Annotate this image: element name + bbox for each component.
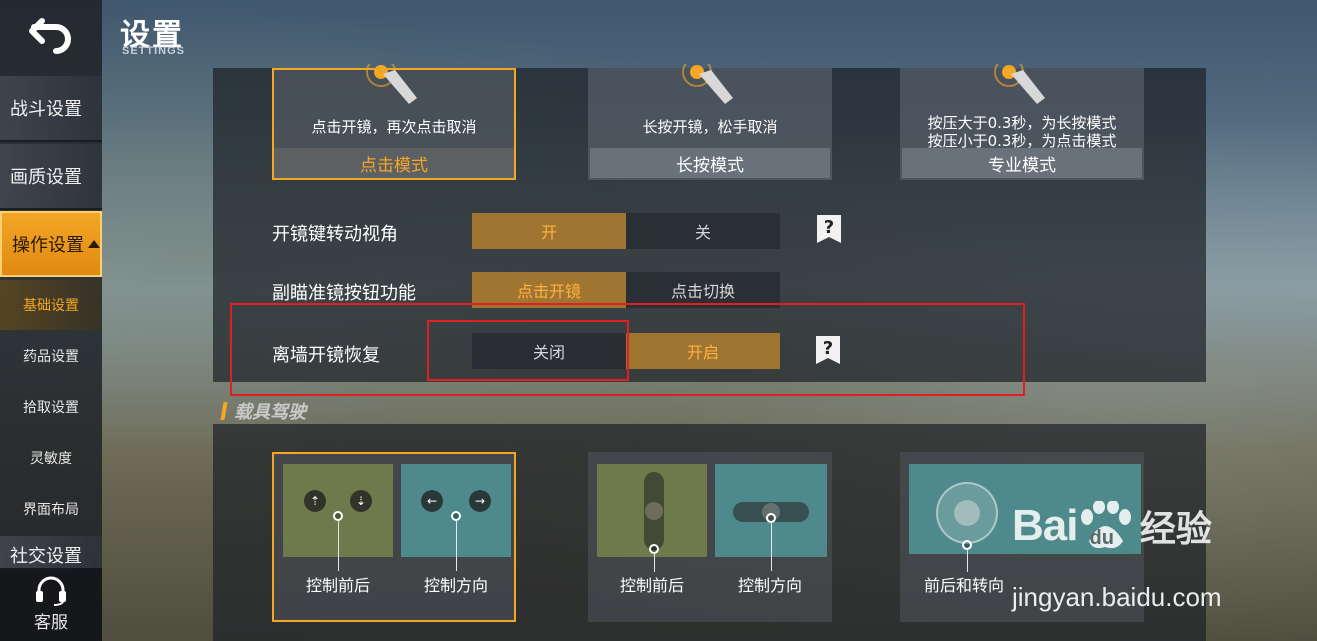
control-label: 控制前后 [619, 576, 684, 595]
left-arrow-icon: ← [421, 490, 443, 512]
section-marker [220, 402, 228, 420]
scope-mode-label: 专业模式 [902, 148, 1142, 178]
sidebar-subitem-medicine[interactable]: 药品设置 [0, 331, 102, 381]
help-button[interactable]: ? [816, 214, 842, 244]
control-label: 控制前后 [305, 576, 370, 595]
sidebar-item-controls[interactable]: 操作设置 [0, 211, 102, 277]
right-arrow-icon: → [469, 490, 491, 512]
back-arrow-icon [29, 18, 71, 54]
control-label: 前后和转向 [923, 576, 1004, 595]
sidebar: 战斗设置 画质设置 操作设置 基础设置 药品设置 拾取设置 灵敏度 界面布局 社… [0, 0, 102, 641]
annotation-inner-box [427, 320, 629, 381]
customer-service-label: 客服 [34, 613, 68, 633]
scope-mode-hold-card[interactable]: 长按开镜，松手取消 长按模式 [588, 64, 832, 180]
vehicle-mode-joystick-card[interactable]: 控制前后 控制方向 [588, 452, 832, 622]
sidebar-subitem-sensitivity[interactable]: 灵敏度 [0, 433, 102, 483]
sidebar-item-label: 战斗设置 [10, 99, 82, 120]
pointer-dot [649, 544, 659, 554]
pointer-dot [766, 513, 776, 523]
joystick-knob [954, 500, 980, 526]
customer-service-button[interactable]: 客服 [0, 568, 102, 641]
scope-mode-tap-card[interactable]: 点击开镜，再次点击取消 点击模式 [272, 64, 516, 180]
up-arrow-icon: ⇡ [304, 490, 326, 512]
baidu-jingyan-watermark: Bai du 经验 [1012, 501, 1212, 550]
caret-up-icon [88, 240, 100, 248]
sidebar-item-combat[interactable]: 战斗设置 [0, 76, 102, 142]
sidebar-item-label: 画质设置 [10, 167, 82, 188]
thumb-forward-back [597, 464, 707, 572]
scope-rotate-view-label: 开镜键转动视角 [272, 224, 398, 245]
scope-mode-pro-card[interactable]: 按压大于0.3秒，为长按模式 按压小于0.3秒，为点击模式 专业模式 [900, 64, 1144, 180]
pointer-line [771, 523, 772, 571]
sidebar-subitem-pickup[interactable]: 拾取设置 [0, 382, 102, 432]
control-label: 控制方向 [737, 576, 802, 595]
sidebar-item-label: 社交设置 [10, 546, 82, 567]
scope-mode-label: 点击模式 [274, 148, 514, 178]
pointer-line [456, 521, 457, 571]
scope-rotate-view-toggle: 开 关 [472, 213, 780, 249]
pointer-line [338, 521, 339, 571]
slider-knob [645, 502, 663, 520]
sidebar-item-label: 操作设置 [12, 235, 84, 256]
sidebar-subitem-label: 界面布局 [23, 502, 79, 518]
sidebar-subitem-layout[interactable]: 界面布局 [0, 484, 102, 534]
pointer-line [967, 550, 968, 572]
control-label: 控制方向 [423, 576, 488, 595]
question-icon: ? [817, 215, 841, 243]
down-arrow-icon: ⇣ [350, 490, 372, 512]
section-title-text: 载具驾驶 [234, 402, 306, 423]
scope-mode-desc: 点击开镜，再次点击取消 [311, 118, 477, 136]
finger-hold-icon [682, 64, 733, 104]
vehicle-mode-buttons-card[interactable]: ⇡ ⇣ ← → 控制前后 控制方向 [272, 452, 516, 622]
pointer-dot [333, 511, 343, 521]
page-subtitle: SETTINGS [122, 45, 186, 57]
scope-mode-desc: 按压大于0.3秒，为长按模式 按压小于0.3秒，为点击模式 [927, 114, 1117, 150]
sidebar-subitem-label: 药品设置 [23, 349, 79, 365]
pointer-dot [962, 540, 972, 550]
section-title-vehicle: 载具驾驶 [220, 398, 306, 424]
sidebar-item-graphics[interactable]: 画质设置 [0, 144, 102, 210]
sidebar-subitem-label: 基础设置 [23, 298, 79, 314]
svg-text:?: ? [824, 217, 834, 238]
finger-tap-icon [366, 64, 417, 104]
sidebar-subitem-label: 灵敏度 [30, 451, 72, 467]
watermark-url: jingyan.baidu.com [1012, 582, 1222, 612]
pointer-line [654, 554, 655, 572]
thumb-direction: ← → [401, 464, 511, 571]
thumb-direction [715, 464, 827, 571]
option-off[interactable]: 关 [626, 213, 780, 249]
sidebar-subitem-basic[interactable]: 基础设置 [0, 280, 102, 330]
back-button[interactable] [0, 0, 102, 70]
thumb-forward-back: ⇡ ⇣ [283, 464, 393, 571]
scope-mode-desc: 长按开镜，松手取消 [642, 118, 778, 136]
sidebar-subitem-label: 拾取设置 [23, 400, 79, 416]
pointer-dot [451, 511, 461, 521]
option-on[interactable]: 开 [472, 213, 626, 249]
scope-mode-label: 长按模式 [590, 148, 830, 178]
secondary-scope-button-label: 副瞄准镜按钮功能 [272, 283, 416, 304]
finger-press-icon [994, 64, 1045, 104]
headset-icon [36, 576, 66, 606]
